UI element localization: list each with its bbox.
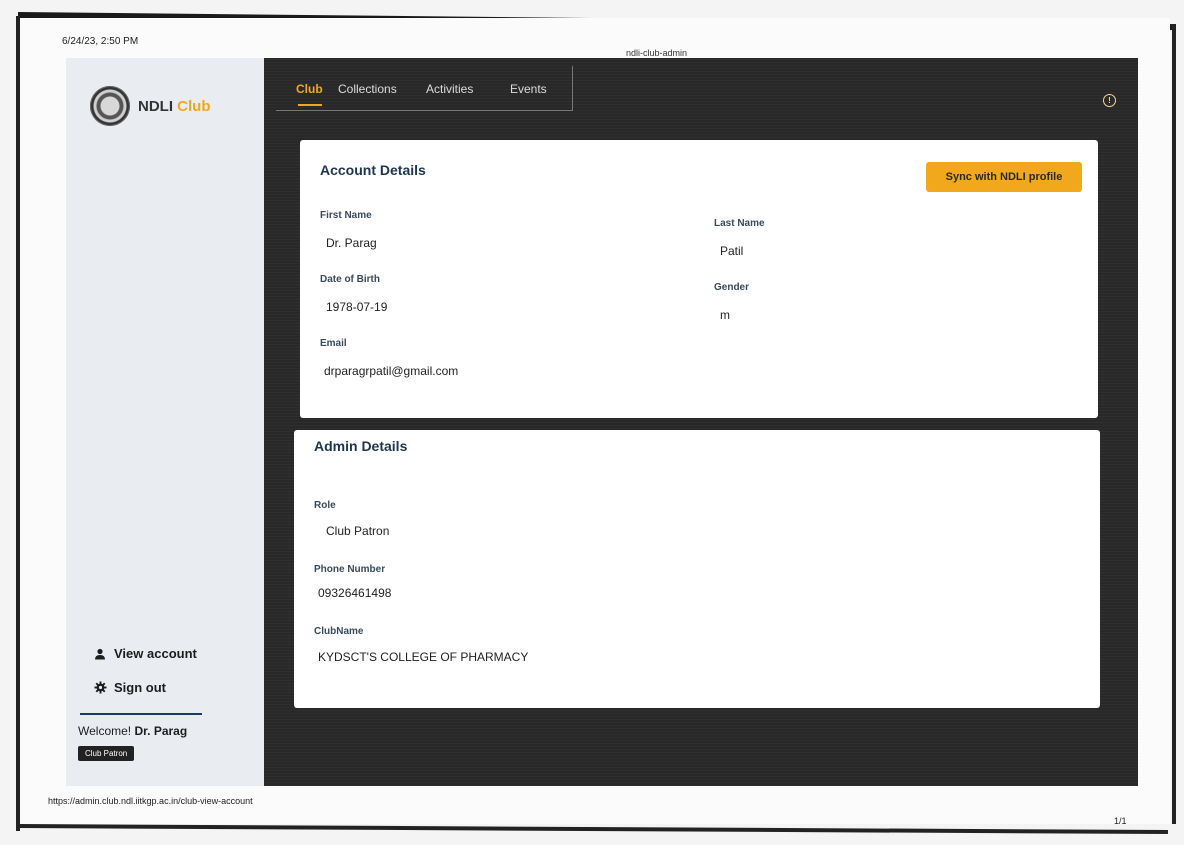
view-account-label: View account [114, 646, 197, 661]
ndli-logo-icon [90, 86, 130, 126]
dob-value[interactable]: 1978-07-19 [326, 300, 387, 314]
last-name-value[interactable]: Patil [720, 244, 743, 258]
admin-details-title: Admin Details [314, 438, 408, 454]
info-icon[interactable]: ! [1103, 94, 1116, 107]
email-value[interactable]: drparagrpatil@gmail.com [324, 364, 458, 378]
tab-bar: Club Collections Activities Events [276, 66, 573, 111]
tab-activities[interactable]: Activities [426, 82, 473, 96]
gear-icon [92, 681, 108, 694]
active-tab-indicator [298, 104, 322, 106]
sign-out-label: Sign out [114, 680, 166, 695]
print-title: ndli-club-admin [626, 48, 688, 58]
email-label: Email [320, 338, 347, 349]
role-value[interactable]: Club Patron [326, 524, 389, 538]
welcome-name: Dr. Parag [134, 724, 188, 738]
first-name-label: First Name [320, 210, 372, 221]
sidebar: NDLI Club View account Sign out Welcome!… [66, 58, 264, 786]
welcome-prefix: Welcome! [78, 724, 132, 738]
phone-label: Phone Number [314, 564, 386, 575]
gender-value[interactable]: m [720, 308, 730, 322]
main-content: Club Collections Activities Events ! Acc… [264, 58, 1138, 786]
brand-name: NDLI [138, 97, 173, 115]
role-badge: Club Patron [78, 746, 135, 761]
dob-label: Date of Birth [320, 274, 380, 285]
tab-club[interactable]: Club [296, 82, 323, 96]
club-name-value[interactable]: KYDSCT'S COLLEGE OF PHARMACY [318, 650, 528, 664]
last-name-label: Last Name [714, 218, 765, 229]
user-icon [92, 648, 108, 660]
welcome-message: Welcome! Dr. Parag [78, 724, 187, 738]
print-date: 6/24/23, 2:50 PM [62, 36, 139, 47]
print-page-number: 1/1 [1114, 816, 1127, 826]
brand-accent: Club [177, 97, 211, 115]
view-account-link[interactable]: View account [92, 646, 197, 661]
tab-events[interactable]: Events [510, 82, 547, 96]
account-details-title: Account Details [320, 162, 426, 178]
first-name-value[interactable]: Dr. Parag [326, 236, 377, 250]
print-url: https://admin.club.ndl.iitkgp.ac.in/club… [48, 796, 253, 806]
account-details-card: Account Details Sync with NDLI profile F… [300, 140, 1098, 418]
brand-logo[interactable]: NDLI Club [90, 86, 211, 126]
sidebar-divider [80, 713, 202, 715]
admin-details-card: Admin Details Role Club Patron Phone Num… [294, 430, 1100, 708]
tab-collections[interactable]: Collections [338, 82, 397, 96]
phone-value[interactable]: 09326461498 [318, 586, 391, 600]
sign-out-link[interactable]: Sign out [92, 680, 166, 695]
role-label: Role [314, 500, 336, 511]
sync-ndli-profile-button[interactable]: Sync with NDLI profile [926, 162, 1082, 192]
club-name-label: ClubName [314, 626, 364, 637]
gender-label: Gender [714, 282, 750, 293]
